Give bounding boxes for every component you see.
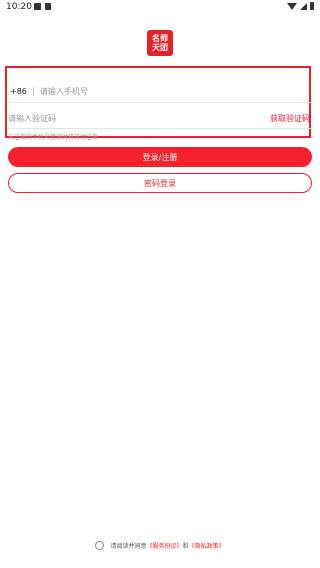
divider xyxy=(32,86,34,96)
password-login-button[interactable]: 密码登录 xyxy=(8,173,312,193)
code-row: 获取验证码 xyxy=(8,108,312,129)
code-input[interactable] xyxy=(8,113,270,123)
battery-icon xyxy=(310,2,314,10)
logo-line-2: 天团 xyxy=(152,43,168,52)
status-icons xyxy=(287,2,314,10)
phone-input[interactable] xyxy=(39,86,312,96)
logo-line-1: 名师 xyxy=(152,34,168,43)
get-code-button[interactable]: 获取验证码 xyxy=(270,113,310,124)
app-logo: 名师 天团 xyxy=(147,30,173,56)
agreement-prefix: 请阅读并同意 xyxy=(110,542,147,550)
agree-checkbox[interactable] xyxy=(95,540,105,550)
phone-row: +86 xyxy=(8,80,312,103)
status-time: 10:20 xyxy=(6,2,32,12)
agreement-row: 请阅读并同意 《服务协议》 和 《隐私政策》 xyxy=(0,538,320,552)
register-hint: 未注册的手机号登录时将自动注册 xyxy=(8,134,99,141)
login-register-button[interactable]: 登录/注册 xyxy=(8,147,312,167)
notification-icon xyxy=(34,3,41,10)
wifi-icon xyxy=(287,2,297,10)
signal-icon xyxy=(300,2,307,10)
app-notification-icon xyxy=(45,3,51,10)
country-code[interactable]: +86 xyxy=(10,87,27,96)
service-agreement-link[interactable]: 《服务协议》 xyxy=(146,541,182,550)
status-bar: 10:20 xyxy=(0,0,320,16)
privacy-policy-link[interactable]: 《隐私政策》 xyxy=(189,541,225,550)
